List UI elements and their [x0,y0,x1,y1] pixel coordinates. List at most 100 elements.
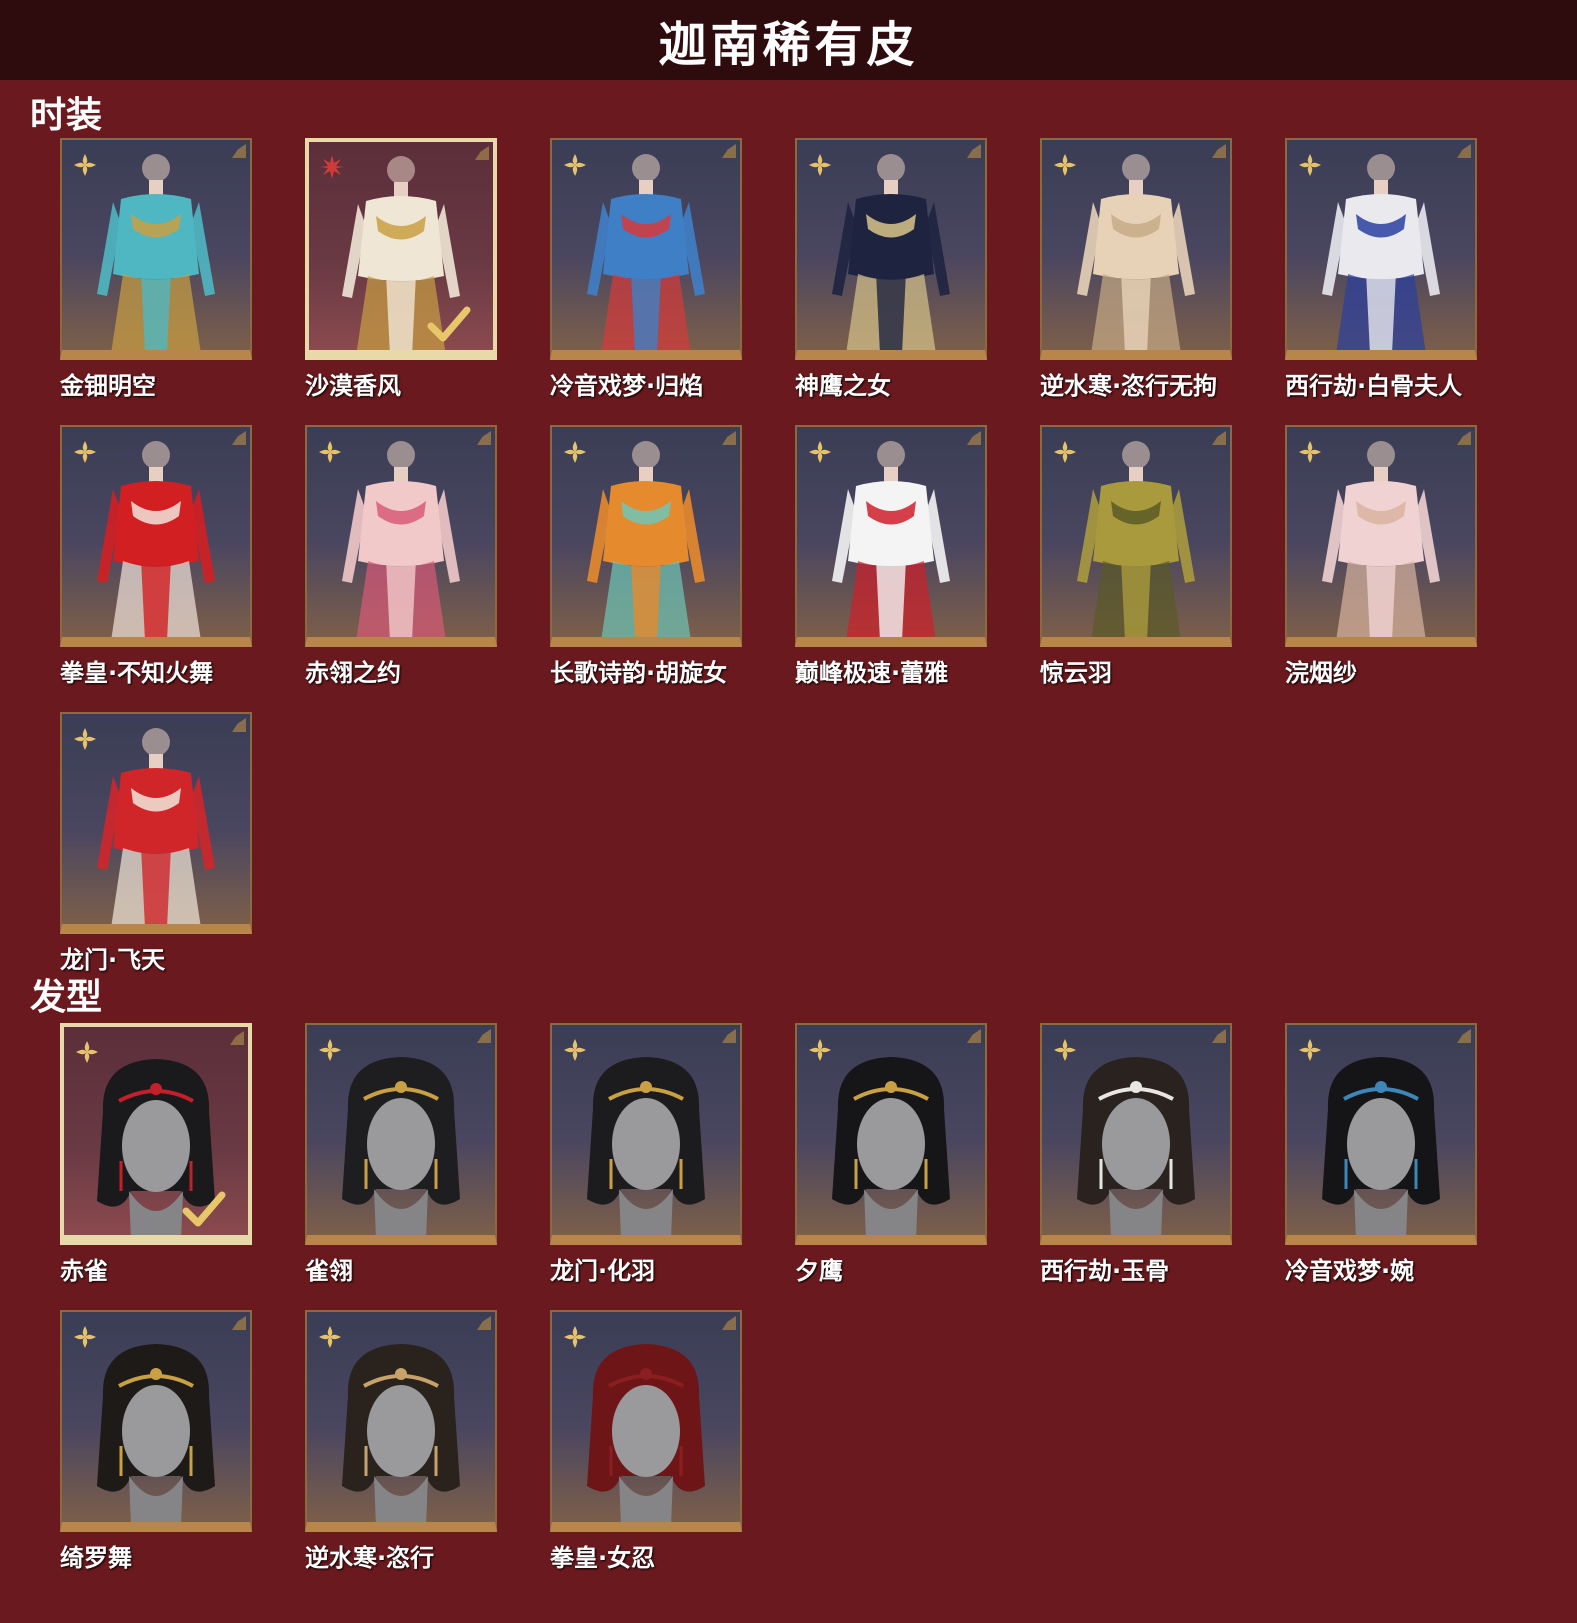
section-title-hairstyles: 发型 [30,977,103,1018]
outfit-card[interactable]: 西行劫·白骨夫人 [1285,138,1477,401]
rarity-star-gold-icon [1299,1039,1321,1061]
outfit-card[interactable]: 长歌诗韵·胡旋女 [550,425,742,688]
outfit-card[interactable]: 惊云羽 [1040,425,1232,688]
skin-thumbnail[interactable] [305,1023,497,1245]
page-title: 迦南稀有皮 [658,17,919,73]
skin-thumbnail[interactable] [60,425,252,647]
leaf-corner-icon [1212,1029,1226,1043]
outfit-card[interactable]: 巅峰极速·蕾雅 [795,425,987,688]
skin-name-label: 龙门·飞天 [60,946,166,974]
skin-name-label: 拳皇·女忍 [550,1544,656,1572]
skin-name-label: 巅峰极速·蕾雅 [795,659,949,687]
section-title-outfits: 时装 [30,95,103,136]
rarity-star-gold-icon [564,1039,586,1061]
skin-thumbnail[interactable] [1040,1023,1232,1245]
checkmark-icon [427,306,471,342]
rarity-star-gold-icon [319,1039,341,1061]
outfit-figure-icon [1322,441,1440,637]
skin-thumbnail[interactable] [795,1023,987,1245]
skin-thumbnail[interactable] [60,138,252,360]
rarity-star-gold-icon [319,441,341,463]
skin-thumbnail[interactable] [1285,425,1477,647]
outfit-card[interactable]: 冷音戏梦·归焰 [550,138,742,401]
hairstyle-card[interactable]: 夕鹰 [795,1023,987,1286]
skin-thumbnail[interactable] [1285,1023,1477,1245]
outfit-card[interactable]: 拳皇·不知火舞 [60,425,252,688]
outfit-card[interactable]: 沙漠香风 [305,138,497,401]
hairstyle-figure-icon [97,1344,215,1522]
leaf-corner-icon [722,1029,736,1043]
skin-name-label: 冷音戏梦·归焰 [550,372,704,400]
outfit-card[interactable]: 逆水寒·恣行无拘 [1040,138,1232,401]
outfit-card[interactable]: 浣烟纱 [1285,425,1477,688]
leaf-corner-icon [722,144,736,158]
skin-name-label: 赤雀 [60,1257,108,1285]
outfit-figure-icon [97,728,215,924]
skin-thumbnail[interactable] [60,1310,252,1532]
leaf-corner-icon [967,1029,981,1043]
outfit-figure-icon [342,441,460,637]
hairstyle-card[interactable]: 逆水寒·恣行 [305,1310,497,1573]
hairstyle-figure-icon [832,1057,950,1235]
hairstyle-figure-icon [1077,1057,1195,1235]
leaf-corner-icon [1212,431,1226,445]
outfit-figure-icon [97,441,215,637]
rarity-star-gold-icon [564,154,586,176]
skin-name-label: 龙门·化羽 [550,1257,656,1285]
leaf-corner-icon [722,431,736,445]
skin-thumbnail[interactable] [60,1023,252,1245]
leaf-corner-icon [722,1316,736,1330]
skin-thumbnail[interactable] [550,425,742,647]
skin-thumbnail[interactable] [1285,138,1477,360]
outfit-card[interactable]: 赤翎之约 [305,425,497,688]
rarity-star-gold-icon [74,728,96,750]
rarity-star-gold-icon [1054,154,1076,176]
skin-thumbnail[interactable] [550,138,742,360]
skin-name-label: 西行劫·玉骨 [1040,1257,1170,1285]
hairstyle-card[interactable]: 雀翎 [305,1023,497,1286]
skin-thumbnail[interactable] [795,138,987,360]
skin-thumbnail[interactable] [795,425,987,647]
leaf-corner-icon [230,1031,244,1045]
skin-name-label: 赤翎之约 [305,659,401,687]
hairstyle-card[interactable]: 西行劫·玉骨 [1040,1023,1232,1286]
outfit-card[interactable]: 神鹰之女 [795,138,987,401]
skin-name-label: 浣烟纱 [1285,659,1357,687]
hairstyle-card[interactable]: 冷音戏梦·婉 [1285,1023,1477,1286]
leaf-corner-icon [1457,1029,1471,1043]
leaf-corner-icon [477,1029,491,1043]
leaf-corner-icon [232,144,246,158]
skin-name-label: 金钿明空 [60,372,156,400]
skin-name-label: 惊云羽 [1040,659,1112,687]
leaf-corner-icon [232,431,246,445]
rarity-star-gold-icon [1054,441,1076,463]
leaf-corner-icon [967,144,981,158]
skin-thumbnail[interactable] [305,1310,497,1532]
skin-thumbnail[interactable] [550,1310,742,1532]
outfit-card[interactable]: 金钿明空 [60,138,252,401]
hairstyle-card[interactable]: 赤雀 [60,1023,252,1286]
hairstyle-figure-icon [342,1057,460,1235]
skin-name-label: 神鹰之女 [795,372,891,400]
skin-thumbnail[interactable] [550,1023,742,1245]
checkmark-icon [182,1191,226,1227]
skin-thumbnail[interactable] [305,425,497,647]
skin-thumbnail[interactable] [1040,138,1232,360]
skin-thumbnail[interactable] [305,138,497,360]
hairstyle-card[interactable]: 拳皇·女忍 [550,1310,742,1573]
skin-name-label: 西行劫·白骨夫人 [1285,372,1463,400]
hairstyle-figure-icon [587,1344,705,1522]
outfit-figure-icon [587,154,705,350]
leaf-corner-icon [232,718,246,732]
skin-name-label: 沙漠香风 [305,372,401,400]
skin-thumbnail[interactable] [60,712,252,934]
skin-name-label: 绮罗舞 [60,1544,132,1572]
skin-thumbnail[interactable] [1040,425,1232,647]
outfit-figure-icon [1077,441,1195,637]
hairstyle-figure-icon [1322,1057,1440,1235]
hairstyle-card[interactable]: 绮罗舞 [60,1310,252,1573]
hairstyle-card[interactable]: 龙门·化羽 [550,1023,742,1286]
leaf-corner-icon [1457,144,1471,158]
skin-name-label: 长歌诗韵·胡旋女 [550,659,728,687]
outfit-card[interactable]: 龙门·飞天 [60,712,252,975]
